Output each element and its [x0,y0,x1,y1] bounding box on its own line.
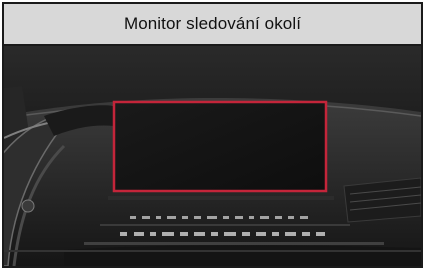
page-title: Monitor sledování okolí [123,14,302,33]
title-bar: Monitor sledování okolí [4,4,421,46]
dashboard-svg [4,46,421,266]
dashboard-illustration [4,46,421,266]
illustration-frame: Monitor sledování okolí [2,2,423,268]
right-vent [343,177,421,223]
center-display [114,102,326,191]
